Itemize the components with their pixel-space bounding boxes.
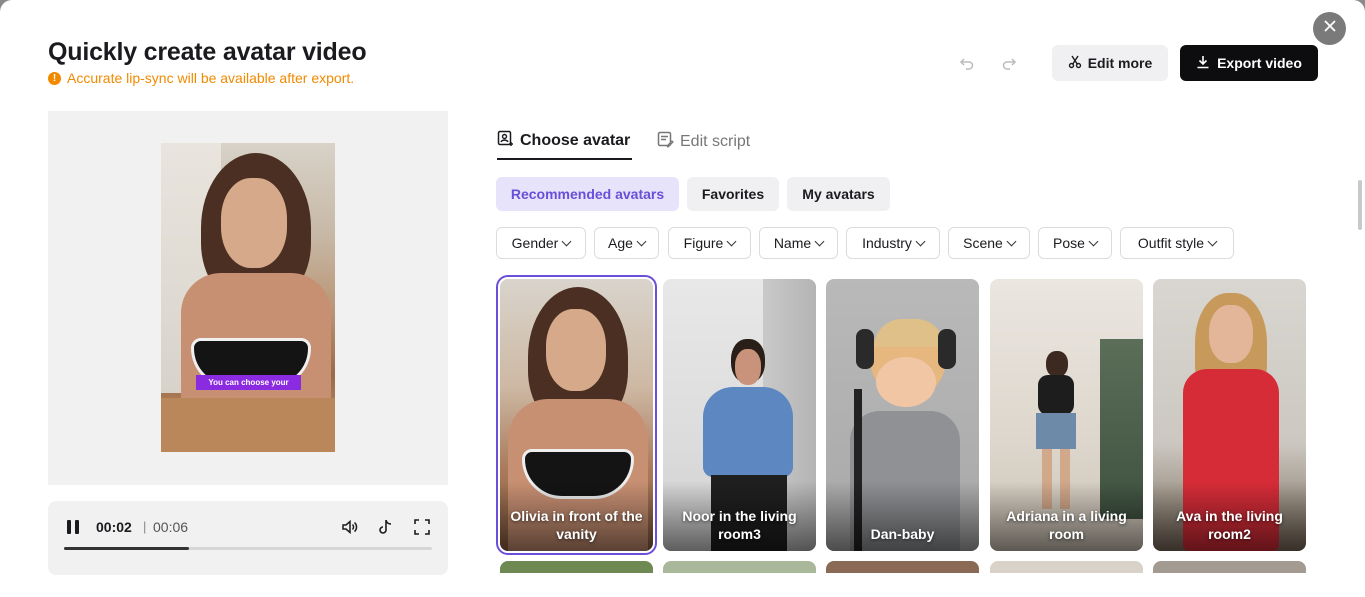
close-button[interactable] (1313, 12, 1346, 45)
scrollbar[interactable] (1358, 180, 1362, 230)
chevron-down-icon (1006, 236, 1017, 246)
avatar-card[interactable]: Adriana in a living room (990, 279, 1143, 551)
category-favorites[interactable]: Favorites (687, 177, 779, 211)
avatar-card-label: Adriana in a living room (1006, 508, 1127, 542)
warning-icon: ! (48, 71, 61, 85)
chevron-down-icon (814, 236, 825, 246)
filter-figure[interactable]: Figure (668, 227, 751, 259)
avatar-card[interactable]: Ava in the living room2 (1153, 279, 1306, 551)
filter-scene-label: Scene (963, 235, 1003, 251)
redo-icon[interactable] (999, 53, 1019, 73)
close-icon (1323, 19, 1337, 38)
avatar-card[interactable]: Olivia in front of the vanity (496, 275, 657, 555)
export-video-label: Export video (1217, 55, 1302, 71)
avatar-video-modal: Quickly create avatar video ! Accurate l… (0, 0, 1365, 597)
pause-button[interactable] (67, 520, 81, 534)
tiktok-icon[interactable] (376, 517, 396, 537)
avatar-card-label: Noor in the living room3 (682, 508, 797, 542)
chevron-down-icon (726, 236, 737, 246)
fullscreen-icon[interactable] (412, 517, 432, 537)
avatar-card-label: Olivia in front of the vanity (510, 508, 643, 542)
filter-gender-label: Gender (511, 235, 559, 251)
volume-icon[interactable] (340, 517, 360, 537)
filter-name[interactable]: Name (759, 227, 838, 259)
avatar-card[interactable]: Noor in the living room3 (663, 279, 816, 551)
filter-scene[interactable]: Scene (948, 227, 1030, 259)
filter-outfit-style-label: Outfit style (1137, 235, 1205, 251)
total-time: 00:06 (153, 519, 189, 535)
filter-figure-label: Figure (683, 235, 724, 251)
video-preview: You can choose your (48, 111, 448, 485)
filter-age[interactable]: Age (594, 227, 659, 259)
tab-edit-script-label: Edit script (680, 133, 751, 150)
filter-gender[interactable]: Gender (496, 227, 586, 259)
avatar-video-frame: You can choose your (161, 143, 335, 452)
video-caption: You can choose your (196, 375, 301, 390)
export-video-button[interactable]: Export video (1180, 45, 1318, 81)
time-separator: | (143, 519, 147, 534)
chevron-down-icon (1207, 236, 1218, 246)
filter-pose[interactable]: Pose (1038, 227, 1112, 259)
current-time: 00:02 (96, 519, 132, 535)
category-recommended[interactable]: Recommended avatars (496, 177, 679, 211)
player-controls: 00:02 | 00:06 (48, 501, 448, 575)
chevron-down-icon (636, 236, 647, 246)
category-my-avatars[interactable]: My avatars (787, 177, 890, 211)
filter-industry[interactable]: Industry (846, 227, 940, 259)
download-icon (1196, 55, 1210, 72)
page-title: Quickly create avatar video (48, 38, 367, 66)
chevron-down-icon (1088, 236, 1099, 246)
filter-name-label: Name (773, 235, 812, 251)
chevron-down-icon (561, 236, 572, 246)
filter-age-label: Age (608, 235, 633, 251)
filter-outfit-style[interactable]: Outfit style (1120, 227, 1234, 259)
edit-more-label: Edit more (1087, 55, 1153, 71)
progress-bar[interactable] (64, 547, 432, 550)
avatar-card-label: Ava in the living room2 (1176, 508, 1283, 542)
avatar-card-partial[interactable] (1153, 561, 1306, 573)
filter-pose-label: Pose (1053, 235, 1085, 251)
avatar-card-partial[interactable] (990, 561, 1143, 573)
avatar-card-partial[interactable] (826, 561, 979, 573)
filter-industry-label: Industry (862, 235, 912, 251)
progress-fill (64, 547, 190, 550)
avatar-card-partial[interactable] (500, 561, 653, 573)
tab-edit-script[interactable]: Edit script (657, 124, 750, 160)
avatar-card-partial[interactable] (663, 561, 816, 573)
avatar-card-label: Dan-baby (870, 526, 935, 542)
lipsync-warning: ! Accurate lip-sync will be available af… (48, 70, 354, 86)
avatar-card[interactable]: Dan-baby (826, 279, 979, 551)
tab-choose-avatar-label: Choose avatar (520, 132, 631, 149)
edit-more-button[interactable]: Edit more (1052, 45, 1168, 81)
scissors-icon (1068, 55, 1082, 72)
avatar-add-icon (497, 130, 514, 152)
warning-text: Accurate lip-sync will be available afte… (67, 70, 355, 86)
chevron-down-icon (915, 236, 926, 246)
script-edit-icon (657, 131, 674, 153)
undo-icon[interactable] (957, 53, 977, 73)
tab-choose-avatar[interactable]: Choose avatar (497, 124, 632, 160)
